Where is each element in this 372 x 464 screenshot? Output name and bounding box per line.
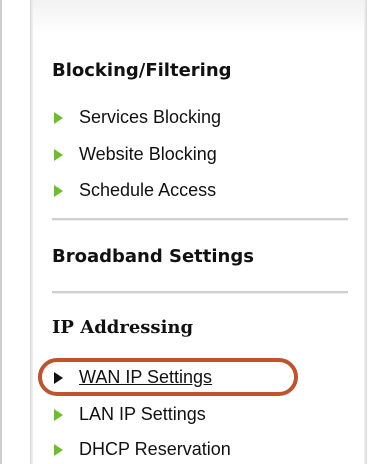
triangle-right-icon bbox=[54, 444, 63, 456]
menu-item-label: DHCP Reservation bbox=[79, 438, 231, 459]
triangle-right-icon bbox=[54, 409, 63, 421]
menu-item-label: Schedule Access bbox=[79, 179, 217, 200]
section-divider bbox=[52, 291, 348, 294]
highlight-circle bbox=[38, 358, 298, 396]
panel-edge bbox=[0, 0, 2, 464]
section-divider bbox=[52, 218, 348, 221]
menu-item-label: Website Blocking bbox=[79, 143, 217, 164]
menu-item-services-blocking[interactable]: Services Blocking bbox=[54, 106, 221, 128]
menu-item-label: LAN IP Settings bbox=[79, 403, 206, 424]
section-title-ip-addressing: IP Addressing bbox=[52, 317, 194, 338]
menu-panel: Blocking/Filtering Services Blocking Web… bbox=[0, 0, 372, 464]
menu-item-dhcp-reservation[interactable]: DHCP Reservation bbox=[54, 438, 231, 460]
triangle-right-icon bbox=[54, 112, 63, 124]
panel-border-left bbox=[30, 0, 33, 464]
triangle-right-icon bbox=[54, 149, 63, 161]
section-title-blocking-filtering: Blocking/Filtering bbox=[52, 60, 232, 81]
section-title-broadband-settings[interactable]: Broadband Settings bbox=[52, 246, 254, 267]
panel-header-band bbox=[33, 0, 364, 34]
panel-border-right bbox=[364, 0, 367, 464]
triangle-right-icon bbox=[54, 185, 63, 197]
menu-item-schedule-access[interactable]: Schedule Access bbox=[54, 179, 216, 201]
menu-item-label: Services Blocking bbox=[79, 106, 222, 127]
menu-item-website-blocking[interactable]: Website Blocking bbox=[54, 143, 217, 165]
menu-item-lan-ip-settings[interactable]: LAN IP Settings bbox=[54, 403, 206, 425]
